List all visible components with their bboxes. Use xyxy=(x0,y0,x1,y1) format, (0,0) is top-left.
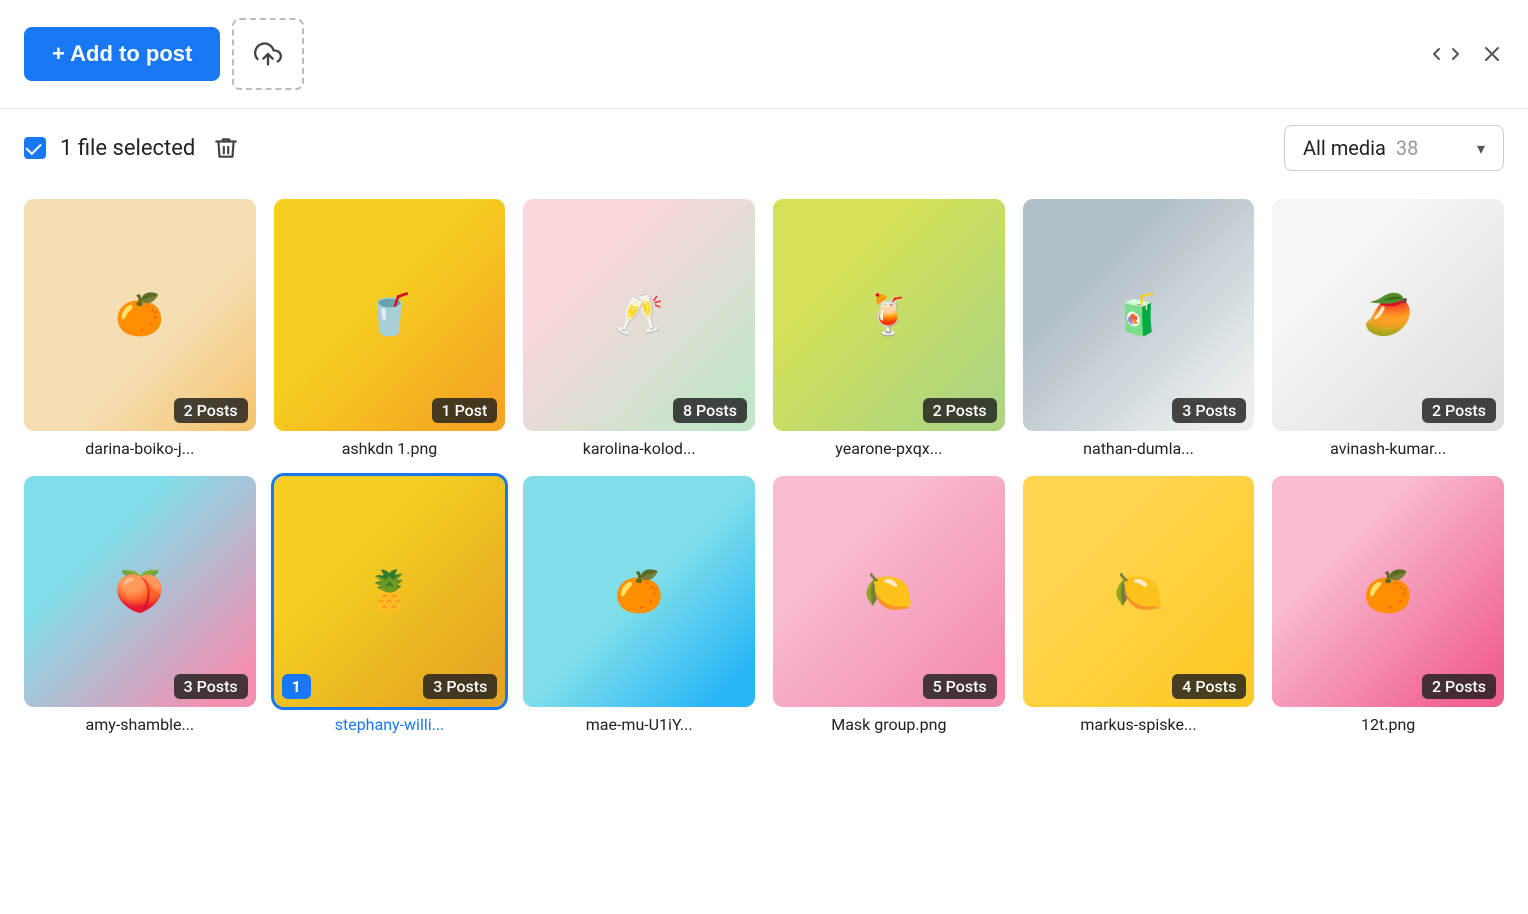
media-thumbnail: 🍑3 Posts xyxy=(24,476,256,708)
media-grid: 🍊2 Postsdarina-boiko-j...🥤1 Postashkdn 1… xyxy=(0,187,1528,758)
thumbnail-image: 🍊 xyxy=(523,476,755,708)
filter-count: 38 xyxy=(1396,136,1418,160)
posts-count-badge: 2 Posts xyxy=(174,398,248,423)
media-item[interactable]: 🍍1 3 Posts stephany-willi... xyxy=(274,476,506,735)
media-item[interactable]: 🧃3 Posts nathan-dumla... xyxy=(1023,199,1255,458)
media-thumbnail: 🥂8 Posts xyxy=(523,199,755,431)
media-item[interactable]: 🥂8 Posts karolina-kolod... xyxy=(523,199,755,458)
chevron-down-icon: ▾ xyxy=(1477,139,1485,158)
posts-count-badge: 2 Posts xyxy=(1422,674,1496,699)
media-thumbnail: 🧃3 Posts xyxy=(1023,199,1255,431)
thumbnail-image: 🧃 xyxy=(1023,199,1255,431)
thumbnail-image: 🍑 xyxy=(24,476,256,708)
media-item[interactable]: 🍊 mae-mu-U1iY... xyxy=(523,476,755,735)
posts-count-badge: 4 Posts xyxy=(1172,674,1246,699)
media-filename: amy-shamble... xyxy=(24,715,256,734)
media-item[interactable]: 🍑3 Posts amy-shamble... xyxy=(24,476,256,735)
media-filename: avinash-kumar... xyxy=(1272,439,1504,458)
media-filename: yearone-pxqx... xyxy=(773,439,1005,458)
add-to-post-button[interactable]: + Add to post xyxy=(24,27,220,81)
media-filename: mae-mu-U1iY... xyxy=(523,715,755,734)
thumbnail-image: 🍋 xyxy=(1023,476,1255,708)
media-item[interactable]: 🍹2 Posts yearone-pxqx... xyxy=(773,199,1005,458)
thumbnail-image: 🍊 xyxy=(24,199,256,431)
media-filename: stephany-willi... xyxy=(274,715,506,734)
media-thumbnail: 🍊2 Posts xyxy=(24,199,256,431)
file-selected-text: 1 file selected xyxy=(60,136,195,161)
media-thumbnail: 🥭2 Posts xyxy=(1272,199,1504,431)
upload-icon xyxy=(254,40,282,68)
delete-button[interactable] xyxy=(209,131,243,165)
close-icon[interactable] xyxy=(1480,42,1504,66)
selection-number-badge: 1 xyxy=(282,674,311,699)
thumbnail-image: 🥂 xyxy=(523,199,755,431)
media-filter-dropdown[interactable]: All media 38 ▾ xyxy=(1284,125,1504,171)
media-filename: markus-spiske... xyxy=(1023,715,1255,734)
media-thumbnail: 🍋4 Posts xyxy=(1023,476,1255,708)
thumbnail-image: 🥭 xyxy=(1272,199,1504,431)
thumbnail-image: 🍋 xyxy=(773,476,1005,708)
media-filename: 12t.png xyxy=(1272,715,1504,734)
media-filename: ashkdn 1.png xyxy=(274,439,506,458)
media-thumbnail: 🍋5 Posts xyxy=(773,476,1005,708)
media-thumbnail: 🍍1 3 Posts xyxy=(274,476,506,708)
media-item[interactable]: 🍊2 Posts darina-boiko-j... xyxy=(24,199,256,458)
media-thumbnail: 🍹2 Posts xyxy=(773,199,1005,431)
media-item[interactable]: 🥤1 Post ashkdn 1.png xyxy=(274,199,506,458)
posts-count-badge: 1 Post xyxy=(432,398,498,423)
thumbnail-image: 🍍 xyxy=(274,476,506,708)
toolbar: 1 file selected All media 38 ▾ xyxy=(0,109,1528,187)
media-filename: Mask group.png xyxy=(773,715,1005,734)
posts-count-badge: 8 Posts xyxy=(673,398,747,423)
posts-count-badge: 3 Posts xyxy=(1172,398,1246,423)
media-item[interactable]: 🥭2 Posts avinash-kumar... xyxy=(1272,199,1504,458)
posts-count-badge: 2 Posts xyxy=(923,398,997,423)
posts-count-badge: 3 Posts xyxy=(174,674,248,699)
select-all-checkbox[interactable] xyxy=(24,137,46,159)
code-icon[interactable] xyxy=(1432,44,1460,64)
media-item[interactable]: 🍋5 Posts Mask group.png xyxy=(773,476,1005,735)
media-item[interactable]: 🍋4 Posts markus-spiske... xyxy=(1023,476,1255,735)
posts-count-badge: 5 Posts xyxy=(923,674,997,699)
filter-label: All media xyxy=(1303,136,1386,160)
media-item[interactable]: 🍊2 Posts 12t.png xyxy=(1272,476,1504,735)
header-actions xyxy=(1432,42,1504,66)
media-thumbnail: 🍊2 Posts xyxy=(1272,476,1504,708)
media-filename: nathan-dumla... xyxy=(1023,439,1255,458)
upload-button[interactable] xyxy=(232,18,304,90)
posts-count-badge: 3 Posts xyxy=(423,674,497,699)
thumbnail-image: 🍹 xyxy=(773,199,1005,431)
trash-icon xyxy=(213,135,239,161)
media-thumbnail: 🥤1 Post xyxy=(274,199,506,431)
media-thumbnail: 🍊 xyxy=(523,476,755,708)
header: + Add to post xyxy=(0,0,1528,109)
media-filename: karolina-kolod... xyxy=(523,439,755,458)
thumbnail-image: 🥤 xyxy=(274,199,506,431)
media-filename: darina-boiko-j... xyxy=(24,439,256,458)
thumbnail-image: 🍊 xyxy=(1272,476,1504,708)
add-to-post-label: + Add to post xyxy=(52,41,192,67)
posts-count-badge: 2 Posts xyxy=(1422,398,1496,423)
